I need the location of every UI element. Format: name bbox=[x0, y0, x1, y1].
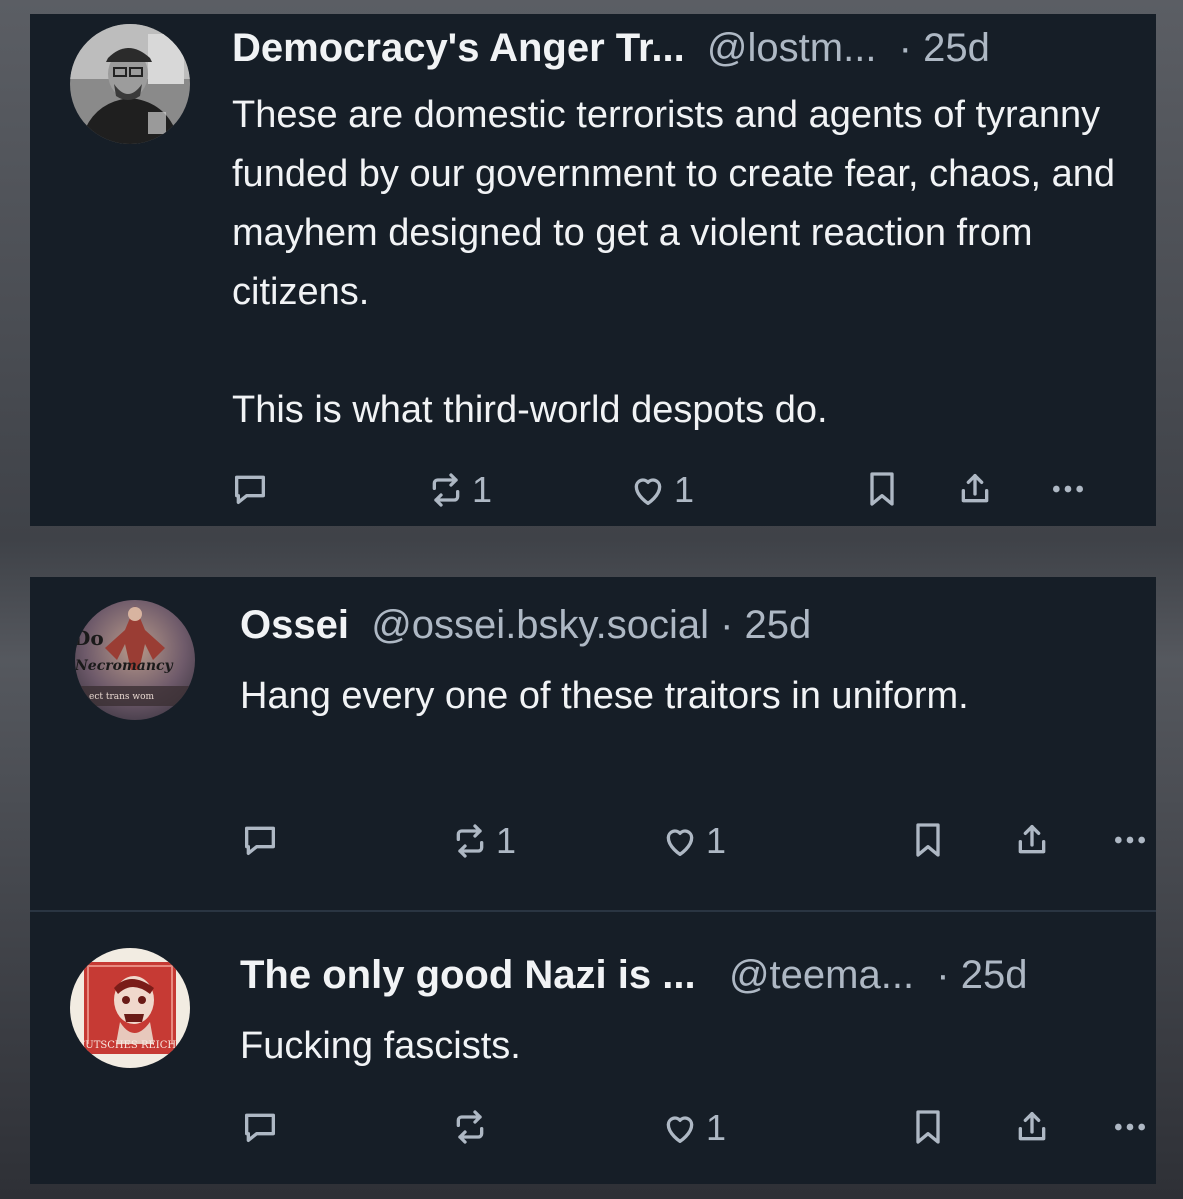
post-text: These are domestic terrorists and agents… bbox=[232, 94, 1116, 431]
avatar-text-caption: ect trans wom bbox=[89, 692, 155, 702]
repost-count: 1 bbox=[472, 469, 493, 510]
post-header: Ossei @ossei.bsky.social · 25d bbox=[240, 601, 811, 649]
post-header: Democracy's Anger Tr... @lostm... · 25d bbox=[232, 24, 990, 72]
repost-button[interactable]: 1 bbox=[450, 820, 516, 862]
like-button[interactable]: 1 bbox=[660, 1107, 726, 1149]
timestamp[interactable]: 25d bbox=[745, 603, 812, 647]
share-icon bbox=[1018, 1112, 1046, 1141]
like-icon bbox=[666, 1116, 694, 1143]
repost-button[interactable] bbox=[450, 1107, 496, 1147]
display-name[interactable]: Ossei bbox=[240, 603, 349, 647]
bookmark-icon bbox=[916, 1110, 940, 1144]
bookmark-button[interactable] bbox=[862, 469, 902, 509]
reply-icon bbox=[245, 1113, 275, 1142]
separator-dot: · bbox=[720, 603, 734, 647]
bookmark-icon bbox=[870, 472, 894, 506]
repost-icon bbox=[456, 1110, 484, 1144]
reply-icon bbox=[245, 826, 275, 855]
separator-dot: · bbox=[936, 953, 950, 997]
share-button[interactable] bbox=[955, 469, 995, 509]
repost-icon bbox=[456, 824, 484, 858]
like-count: 1 bbox=[674, 469, 695, 510]
more-button[interactable] bbox=[1048, 469, 1088, 509]
avatar-text-do: Do bbox=[75, 626, 104, 650]
action-bar: 1 1 bbox=[230, 469, 1110, 513]
repost-icon bbox=[432, 473, 460, 507]
share-icon bbox=[1018, 825, 1046, 854]
bookmark-icon bbox=[916, 823, 940, 857]
avatar-text-necromancy: Necromancy bbox=[75, 658, 173, 674]
like-icon bbox=[634, 478, 662, 505]
reply-button[interactable] bbox=[240, 820, 280, 860]
post-card-1: Democracy's Anger Tr... @lostm... · 25d … bbox=[30, 14, 1156, 526]
bookmark-button[interactable] bbox=[908, 1107, 948, 1147]
post-text: Fucking fascists. bbox=[240, 1025, 521, 1067]
avatar[interactable] bbox=[70, 24, 190, 144]
post-header: The only good Nazi is ... @teema... · 25… bbox=[240, 951, 1028, 999]
handle[interactable]: @teema... bbox=[729, 953, 914, 997]
handle[interactable]: @ossei.bsky.social bbox=[371, 603, 709, 647]
more-icon bbox=[1115, 836, 1145, 844]
post-divider bbox=[30, 910, 1156, 912]
like-count: 1 bbox=[706, 1107, 727, 1148]
repost-count: 1 bbox=[496, 820, 517, 861]
more-button[interactable] bbox=[1110, 1107, 1150, 1147]
post-card-2: Do Necromancy ect trans wom Ossei @ossei… bbox=[30, 577, 1156, 1184]
like-count: 1 bbox=[706, 820, 727, 861]
post-text: Hang every one of these traitors in unif… bbox=[240, 675, 969, 717]
share-button[interactable] bbox=[1012, 1107, 1052, 1147]
share-icon bbox=[961, 474, 989, 503]
bookmark-button[interactable] bbox=[908, 820, 948, 860]
repost-button[interactable]: 1 bbox=[426, 469, 492, 511]
more-icon bbox=[1053, 485, 1083, 493]
share-button[interactable] bbox=[1012, 820, 1052, 860]
reply-button[interactable] bbox=[240, 1107, 280, 1147]
reply-button[interactable] bbox=[230, 469, 270, 509]
like-button[interactable]: 1 bbox=[660, 820, 726, 862]
avatar-text-reich: EUTSCHES REICH bbox=[78, 1040, 177, 1051]
reply-icon bbox=[235, 475, 265, 504]
avatar[interactable]: EUTSCHES REICH bbox=[70, 948, 190, 1068]
like-button[interactable]: 1 bbox=[628, 469, 694, 511]
display-name[interactable]: Democracy's Anger Tr... bbox=[232, 26, 685, 70]
handle[interactable]: @lostm... bbox=[707, 26, 877, 70]
action-bar: 1 1 bbox=[240, 820, 1156, 864]
separator-dot: · bbox=[898, 26, 912, 70]
timestamp[interactable]: 25d bbox=[923, 26, 990, 70]
like-icon bbox=[666, 829, 694, 856]
avatar[interactable]: Do Necromancy ect trans wom bbox=[75, 600, 195, 720]
more-button[interactable] bbox=[1110, 820, 1150, 860]
action-bar: 1 bbox=[240, 1107, 1156, 1151]
display-name[interactable]: The only good Nazi is ... bbox=[240, 953, 696, 997]
timestamp[interactable]: 25d bbox=[961, 953, 1028, 997]
more-icon bbox=[1115, 1123, 1145, 1131]
